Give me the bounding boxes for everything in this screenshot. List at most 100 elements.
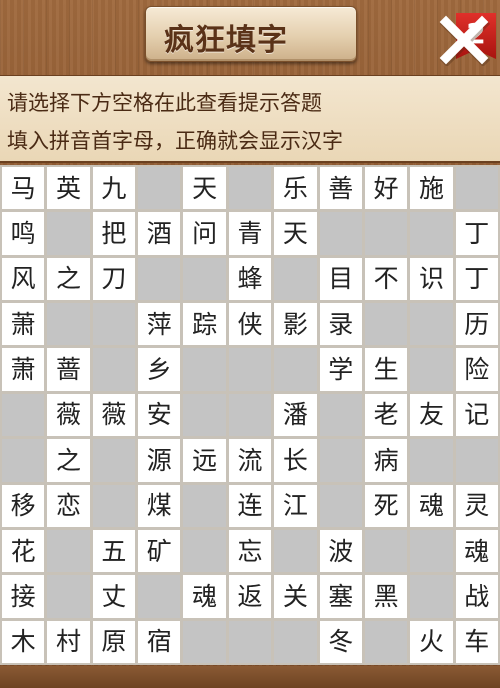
- grid-cell[interactable]: 乡: [138, 348, 181, 391]
- grid-cell-blank[interactable]: [319, 212, 362, 255]
- grid-cell[interactable]: 英: [47, 167, 90, 210]
- grid-cell-blank[interactable]: [364, 303, 408, 346]
- grid-cell[interactable]: 江: [274, 484, 317, 527]
- grid-cell[interactable]: 煤: [138, 484, 181, 527]
- grid-cell-blank[interactable]: [47, 212, 90, 255]
- grid-cell[interactable]: 天: [183, 167, 226, 210]
- grid-cell-blank[interactable]: [138, 167, 181, 210]
- grid-cell[interactable]: 薇: [47, 393, 90, 437]
- grid-cell[interactable]: 好: [364, 167, 408, 210]
- grid-cell-blank[interactable]: [410, 212, 453, 255]
- grid-cell-blank[interactable]: [183, 484, 226, 527]
- grid-cell-blank[interactable]: [92, 484, 136, 527]
- grid-cell[interactable]: 村: [47, 620, 90, 663]
- grid-cell[interactable]: 历: [455, 303, 498, 346]
- grid-cell[interactable]: 关: [274, 575, 317, 618]
- grid-cell-blank[interactable]: [183, 529, 226, 573]
- grid-cell[interactable]: 波: [319, 529, 362, 573]
- grid-cell-blank[interactable]: [228, 348, 272, 391]
- grid-cell[interactable]: 灵: [455, 484, 498, 527]
- grid-cell[interactable]: 青: [228, 212, 272, 255]
- grid-cell-blank[interactable]: [92, 439, 136, 482]
- grid-cell[interactable]: 原: [92, 620, 136, 663]
- grid-cell[interactable]: 生: [364, 348, 408, 391]
- grid-cell[interactable]: 鸣: [2, 212, 45, 255]
- grid-cell[interactable]: 安: [138, 393, 181, 437]
- grid-cell-blank[interactable]: [47, 529, 90, 573]
- grid-cell-blank[interactable]: [274, 529, 317, 573]
- grid-cell[interactable]: 萧: [2, 348, 45, 391]
- grid-cell[interactable]: 蜂: [228, 257, 272, 301]
- grid-cell[interactable]: 忘: [228, 529, 272, 573]
- grid-cell-blank[interactable]: [364, 620, 408, 663]
- grid-cell[interactable]: 流: [228, 439, 272, 482]
- grid-cell[interactable]: 丁: [455, 257, 498, 301]
- grid-cell-blank[interactable]: [92, 348, 136, 391]
- grid-cell[interactable]: 萍: [138, 303, 181, 346]
- grid-cell[interactable]: 九: [92, 167, 136, 210]
- grid-cell-blank[interactable]: [2, 393, 45, 437]
- grid-cell[interactable]: 不: [364, 257, 408, 301]
- grid-cell[interactable]: 死: [364, 484, 408, 527]
- grid-cell-blank[interactable]: [410, 529, 453, 573]
- grid-cell-blank[interactable]: [138, 257, 181, 301]
- grid-cell[interactable]: 录: [319, 303, 362, 346]
- grid-cell-blank[interactable]: [319, 439, 362, 482]
- grid-cell[interactable]: 识: [410, 257, 453, 301]
- grid-cell[interactable]: 魂: [183, 575, 226, 618]
- grid-cell[interactable]: 源: [138, 439, 181, 482]
- grid-cell[interactable]: 刀: [92, 257, 136, 301]
- grid-cell-blank[interactable]: [183, 393, 226, 437]
- grid-cell[interactable]: 之: [47, 439, 90, 482]
- grid-cell[interactable]: 问: [183, 212, 226, 255]
- grid-cell[interactable]: 丈: [92, 575, 136, 618]
- grid-cell[interactable]: 侠: [228, 303, 272, 346]
- grid-cell-blank[interactable]: [274, 257, 317, 301]
- grid-cell-blank[interactable]: [410, 303, 453, 346]
- grid-cell-blank[interactable]: [319, 393, 362, 437]
- grid-cell[interactable]: 老: [364, 393, 408, 437]
- grid-cell-blank[interactable]: [274, 348, 317, 391]
- grid-cell[interactable]: 宿: [138, 620, 181, 663]
- grid-cell[interactable]: 险: [455, 348, 498, 391]
- grid-cell[interactable]: 踪: [183, 303, 226, 346]
- grid-cell-blank[interactable]: [183, 257, 226, 301]
- grid-cell[interactable]: 之: [47, 257, 90, 301]
- grid-cell[interactable]: 学: [319, 348, 362, 391]
- grid-cell[interactable]: 施: [410, 167, 453, 210]
- grid-cell-blank[interactable]: [274, 620, 317, 663]
- grid-cell-blank[interactable]: [228, 620, 272, 663]
- grid-cell-blank[interactable]: [364, 529, 408, 573]
- grid-cell[interactable]: 战: [455, 575, 498, 618]
- grid-cell[interactable]: 目: [319, 257, 362, 301]
- grid-cell[interactable]: 友: [410, 393, 453, 437]
- grid-cell[interactable]: 木: [2, 620, 45, 663]
- grid-cell-blank[interactable]: [319, 484, 362, 527]
- grid-cell[interactable]: 长: [274, 439, 317, 482]
- grid-cell[interactable]: 蔷: [47, 348, 90, 391]
- grid-cell[interactable]: 接: [2, 575, 45, 618]
- grid-cell-blank[interactable]: [455, 167, 498, 210]
- grid-cell-blank[interactable]: [2, 439, 45, 482]
- grid-cell-blank[interactable]: [228, 393, 272, 437]
- grid-cell[interactable]: 把: [92, 212, 136, 255]
- grid-cell[interactable]: 黑: [364, 575, 408, 618]
- grid-cell[interactable]: 火: [410, 620, 453, 663]
- grid-cell[interactable]: 乐: [274, 167, 317, 210]
- grid-cell[interactable]: 善: [319, 167, 362, 210]
- grid-cell-blank[interactable]: [410, 439, 453, 482]
- grid-cell[interactable]: 塞: [319, 575, 362, 618]
- grid-cell-blank[interactable]: [138, 575, 181, 618]
- grid-cell[interactable]: 五: [92, 529, 136, 573]
- grid-cell[interactable]: 薇: [92, 393, 136, 437]
- grid-cell-blank[interactable]: [410, 348, 453, 391]
- grid-cell-blank[interactable]: [228, 167, 272, 210]
- grid-cell[interactable]: 萧: [2, 303, 45, 346]
- grid-cell-blank[interactable]: [455, 439, 498, 482]
- grid-cell-blank[interactable]: [183, 620, 226, 663]
- grid-cell[interactable]: 返: [228, 575, 272, 618]
- grid-cell[interactable]: 远: [183, 439, 226, 482]
- grid-cell[interactable]: 移: [2, 484, 45, 527]
- grid-cell-blank[interactable]: [92, 303, 136, 346]
- grid-cell[interactable]: 花: [2, 529, 45, 573]
